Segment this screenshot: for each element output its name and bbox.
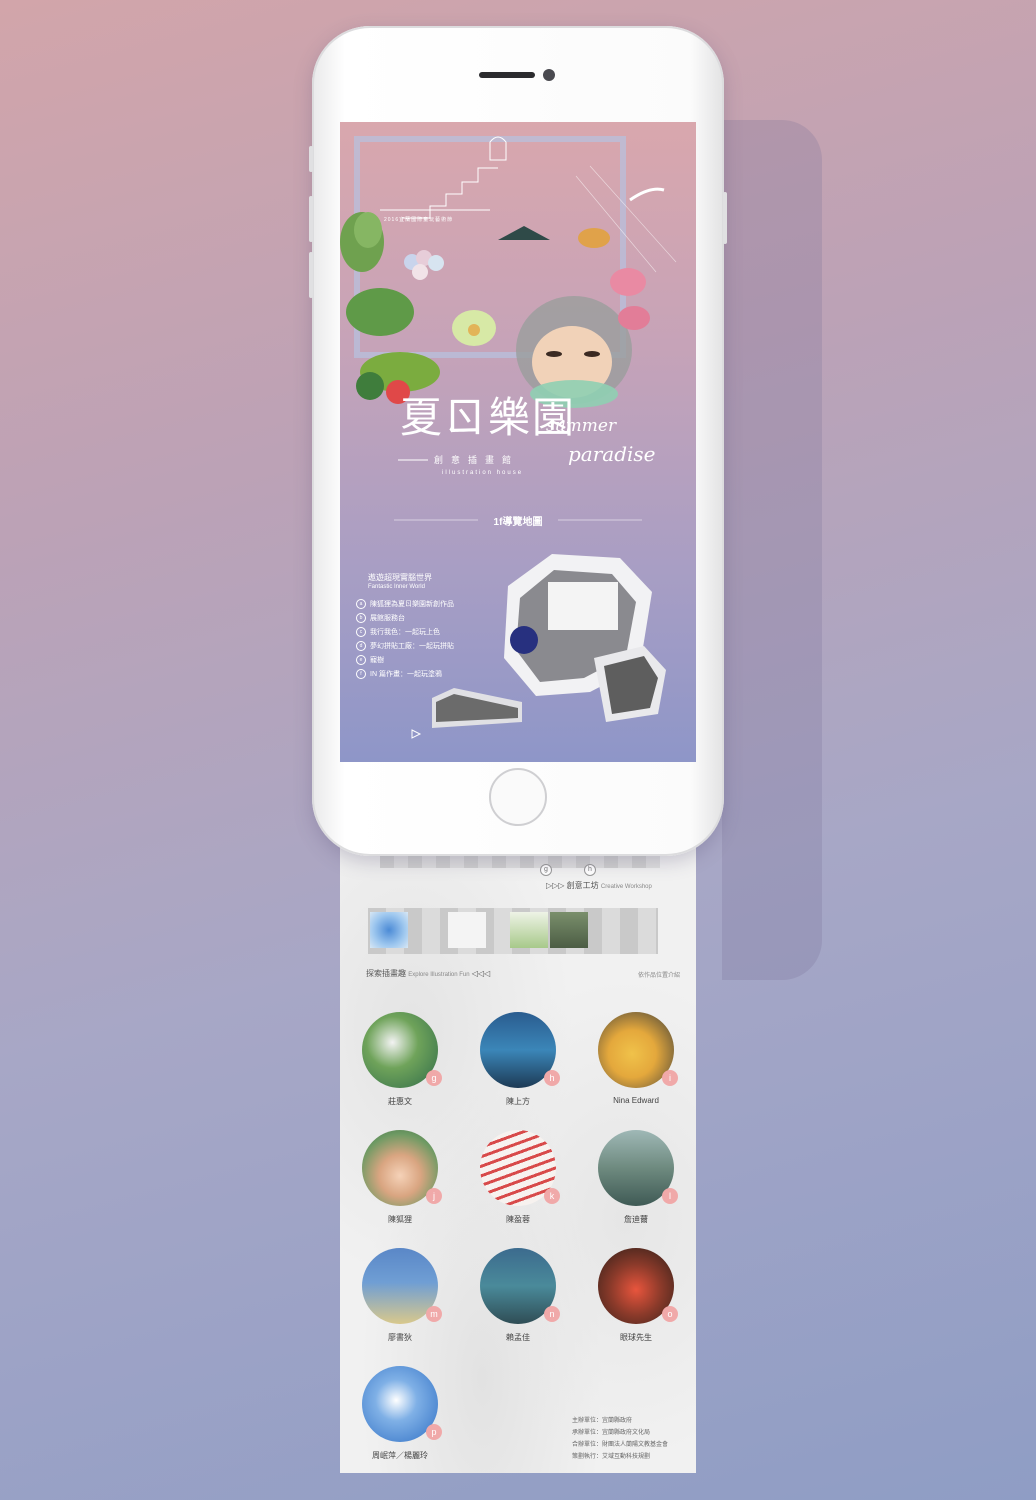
subtitle-cn: 創意插畫館 bbox=[434, 455, 520, 465]
thumb-map-3 bbox=[510, 912, 548, 948]
phone-screen[interactable]: 2016宜蘭國際童玩藝術節 夏ㄖ樂園 summer paradise 創意插畫館… bbox=[340, 122, 696, 762]
artist-name: 陳狐狸 bbox=[388, 1215, 412, 1224]
legend-key: d bbox=[356, 641, 366, 652]
badge-j: j bbox=[426, 1188, 442, 1204]
badge-p: p bbox=[426, 1424, 442, 1440]
workshop-caption: ▷▷▷ 創意工坊 Creative Workshop bbox=[546, 880, 652, 891]
sponsor-line: 策劃執行：艾域互動科技規劃 bbox=[572, 1454, 651, 1460]
legend-label: 寵樹 bbox=[370, 657, 384, 664]
artist-name: 廖書狄 bbox=[388, 1333, 412, 1342]
legend-item[interactable]: f IN 篇作畫：一起玩塗鴉 bbox=[356, 668, 454, 682]
badge-k: k bbox=[544, 1188, 560, 1204]
artist-thumb[interactable]: k bbox=[480, 1130, 560, 1206]
artist-card-j[interactable]: j 陳狐狸 bbox=[340, 1130, 460, 1225]
sponsor-line: 主辦單位：宜蘭縣政府 bbox=[572, 1418, 633, 1424]
artist-thumb[interactable]: h bbox=[480, 1012, 560, 1088]
volume-up-button bbox=[309, 196, 313, 242]
front-camera-icon bbox=[543, 69, 555, 81]
legend-item[interactable]: a 陳狐狸為夏ㄖ樂園新創作品 bbox=[356, 598, 454, 612]
artist-name: 陳盈蓉 bbox=[506, 1215, 530, 1224]
explore-label: 探索插畫趣 bbox=[366, 969, 406, 978]
artist-card-k[interactable]: k 陳盈蓉 bbox=[458, 1130, 578, 1225]
event-caption: 2016宜蘭國際童玩藝術節 bbox=[384, 217, 454, 223]
artist-thumb[interactable]: i bbox=[598, 1012, 678, 1088]
explore-arrows: ◁◁◁ bbox=[471, 969, 491, 978]
badge-g: g bbox=[426, 1070, 442, 1086]
artist-thumb[interactable]: n bbox=[480, 1248, 560, 1324]
badge-i: i bbox=[662, 1070, 678, 1086]
artist-card-n[interactable]: n 賴孟佳 bbox=[458, 1248, 578, 1343]
earpiece-speaker bbox=[479, 72, 535, 78]
explore-en: Explore Illustration Fun bbox=[408, 972, 470, 978]
sponsor-line: 合辦單位：財團法人蘭陽文教基金會 bbox=[572, 1442, 669, 1448]
badge-o: o bbox=[662, 1306, 678, 1322]
thumb-map-4 bbox=[550, 912, 588, 948]
marker-g: g bbox=[540, 864, 552, 876]
artist-card-i[interactable]: i Nina Edward bbox=[576, 1012, 696, 1105]
legend-key: f bbox=[356, 669, 366, 680]
artist-card-m[interactable]: m 廖書狄 bbox=[340, 1248, 460, 1343]
marker-h: h bbox=[584, 864, 596, 876]
section-title: 遨遊超現實腦世界 bbox=[368, 573, 432, 582]
legend-item[interactable]: b 展館服務台 bbox=[356, 612, 454, 626]
artist-card-l[interactable]: l 詹迪薾 bbox=[576, 1130, 696, 1225]
scroll-sheet[interactable]: g h ▷▷▷ 創意工坊 Creative Workshop 探索插畫趣 Exp… bbox=[340, 840, 696, 1473]
floorplan-strip bbox=[368, 908, 658, 954]
badge-m: m bbox=[426, 1306, 442, 1322]
badge-n: n bbox=[544, 1306, 560, 1322]
artist-name: 賴孟佳 bbox=[506, 1333, 530, 1342]
legend-key: a bbox=[356, 599, 366, 610]
badge-h: h bbox=[544, 1070, 560, 1086]
section-subtitle: Fantastic Inner World bbox=[368, 584, 425, 590]
sponsor-line: 承辦單位：宜蘭縣政府文化局 bbox=[572, 1430, 651, 1436]
artist-thumb[interactable]: m bbox=[362, 1248, 442, 1324]
home-button[interactable] bbox=[489, 768, 547, 826]
artist-card-o[interactable]: o 眼球先生 bbox=[576, 1248, 696, 1343]
map-legend: a 陳狐狸為夏ㄖ樂園新創作品 b 展館服務台 c 我行我色：一起玩上色 d 夢幻拼貼工廠… bbox=[356, 598, 454, 682]
legend-label: 陳狐狸為夏ㄖ樂園新創作品 bbox=[370, 601, 454, 608]
legend-label: IN 篇作畫：一起玩塗鴉 bbox=[370, 671, 442, 678]
legend-label: 我行我色：一起玩上色 bbox=[370, 629, 440, 636]
artist-name: Nina Edward bbox=[613, 1096, 659, 1105]
artist-card-h[interactable]: h 陳上方 bbox=[458, 1012, 578, 1107]
artist-thumb[interactable]: p bbox=[362, 1366, 442, 1442]
artist-card-g[interactable]: g 莊惠文 bbox=[340, 1012, 460, 1107]
artist-name: 陳上方 bbox=[506, 1097, 530, 1106]
artist-name: 眼球先生 bbox=[620, 1333, 652, 1342]
artist-thumb[interactable]: g bbox=[362, 1012, 442, 1088]
thumb-map-2 bbox=[448, 912, 486, 948]
artist-thumb[interactable]: l bbox=[598, 1130, 678, 1206]
artist-card-p[interactable]: p 周岷萍／楊麗玲 bbox=[340, 1366, 460, 1461]
legend-label: 夢幻拼貼工廠：一起玩拼貼 bbox=[370, 643, 454, 650]
legend-key: e bbox=[356, 655, 366, 666]
legend-item[interactable]: d 夢幻拼貼工廠：一起玩拼貼 bbox=[356, 640, 454, 654]
artist-thumb[interactable]: o bbox=[598, 1248, 678, 1324]
map-heading: 1f導覽地圖 bbox=[493, 517, 543, 528]
phone-device: 2016宜蘭國際童玩藝術節 夏ㄖ樂園 summer paradise 創意插畫館… bbox=[309, 26, 727, 856]
title-en-summer: summer bbox=[546, 416, 617, 436]
volume-down-button bbox=[309, 252, 313, 298]
mute-switch bbox=[309, 146, 313, 172]
power-button bbox=[723, 192, 727, 244]
workshop-label: ▷▷▷ 創意工坊 bbox=[546, 881, 599, 890]
legend-item[interactable]: c 我行我色：一起玩上色 bbox=[356, 626, 454, 640]
artist-thumb[interactable]: j bbox=[362, 1130, 442, 1206]
legend-label: 展館服務台 bbox=[370, 615, 405, 622]
explore-caption: 探索插畫趣 Explore Illustration Fun ◁◁◁ bbox=[366, 968, 490, 979]
subtitle-en: illustration house bbox=[442, 470, 524, 476]
legend-item[interactable]: e 寵樹 bbox=[356, 654, 454, 668]
legend-key: c bbox=[356, 627, 366, 638]
title-en-paradise: paradise bbox=[568, 442, 656, 466]
artist-name: 周岷萍／楊麗玲 bbox=[372, 1451, 428, 1460]
legend-key: b bbox=[356, 613, 366, 624]
workshop-en: Creative Workshop bbox=[600, 884, 652, 890]
artist-name: 詹迪薾 bbox=[624, 1215, 648, 1224]
badge-l: l bbox=[662, 1188, 678, 1204]
artist-name: 莊惠文 bbox=[388, 1097, 412, 1106]
background-shadow bbox=[722, 120, 822, 980]
thumb-map-1 bbox=[370, 912, 408, 948]
sponsor-list: 主辦單位：宜蘭縣政府 承辦單位：宜蘭縣政府文化局 合辦單位：財團法人蘭陽文教基金… bbox=[572, 1415, 668, 1463]
order-note: 依作品位置介紹 bbox=[638, 973, 681, 979]
